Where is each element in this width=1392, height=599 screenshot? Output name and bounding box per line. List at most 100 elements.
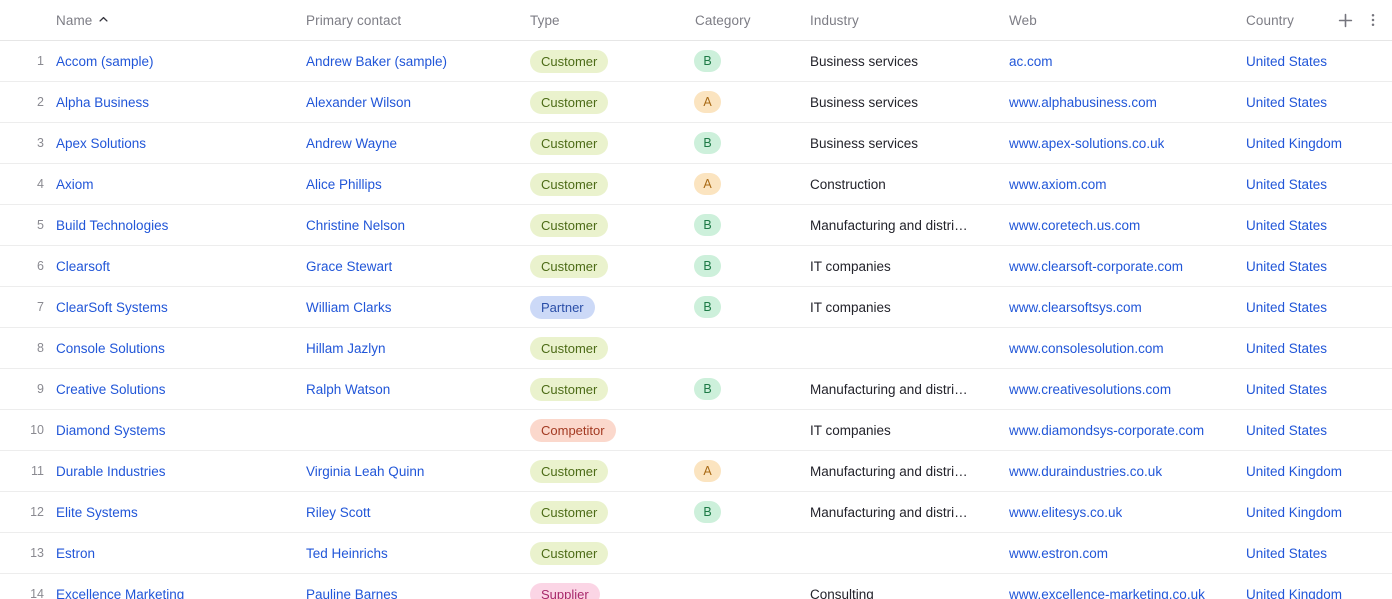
primary-contact-link[interactable]: Virginia Leah Quinn bbox=[306, 464, 424, 479]
cell-primary-contact: Alice Phillips bbox=[306, 164, 521, 204]
account-name-link[interactable]: Build Technologies bbox=[56, 218, 168, 233]
add-column-button[interactable] bbox=[1332, 7, 1358, 33]
table-row[interactable]: 14 Excellence Marketing Pauline Barnes Supp… bbox=[0, 574, 1392, 599]
column-header-contact[interactable]: Primary contact bbox=[306, 0, 401, 40]
column-header-country[interactable]: Country bbox=[1246, 0, 1294, 40]
country-link[interactable]: United States bbox=[1246, 177, 1327, 192]
column-header-category[interactable]: Category bbox=[695, 0, 751, 40]
cell-primary-contact: Ralph Watson bbox=[306, 369, 521, 409]
primary-contact-link[interactable]: Ralph Watson bbox=[306, 382, 390, 397]
column-header-name[interactable]: Name bbox=[56, 0, 109, 40]
account-name-link[interactable]: Axiom bbox=[56, 177, 94, 192]
cell-name: Creative Solutions bbox=[56, 369, 296, 409]
primary-contact-link[interactable]: William Clarks bbox=[306, 300, 392, 315]
country-link[interactable]: United States bbox=[1246, 259, 1327, 274]
category-chip: A bbox=[694, 91, 721, 113]
type-badge: Partner bbox=[530, 295, 595, 319]
row-number: 14 bbox=[30, 587, 44, 599]
cell-type: Customer bbox=[530, 328, 685, 368]
cell-web: www.estron.com bbox=[1009, 533, 1239, 573]
primary-contact-link[interactable]: Alexander Wilson bbox=[306, 95, 411, 110]
website-link[interactable]: www.apex-solutions.co.uk bbox=[1009, 136, 1164, 151]
country-link[interactable]: United States bbox=[1246, 218, 1327, 233]
account-name-link[interactable]: ClearSoft Systems bbox=[56, 300, 168, 315]
category-chip: B bbox=[694, 50, 721, 72]
country-link[interactable]: United States bbox=[1246, 95, 1327, 110]
country-link[interactable]: United Kingdom bbox=[1246, 464, 1342, 479]
website-link[interactable]: www.duraindustries.co.uk bbox=[1009, 464, 1162, 479]
primary-contact-link[interactable]: Pauline Barnes bbox=[306, 587, 398, 599]
website-link[interactable]: www.estron.com bbox=[1009, 546, 1108, 561]
table-row[interactable]: 5 Build Technologies Christine Nelson Custo… bbox=[0, 205, 1392, 246]
country-link[interactable]: United States bbox=[1246, 546, 1327, 561]
cell-primary-contact: Alexander Wilson bbox=[306, 82, 521, 122]
website-link[interactable]: www.creativesolutions.com bbox=[1009, 382, 1171, 397]
table-row[interactable]: 3 Apex Solutions Andrew Wayne Customer B Busi… bbox=[0, 123, 1392, 164]
website-link[interactable]: www.diamondsys-corporate.com bbox=[1009, 423, 1204, 438]
column-header-label: Web bbox=[1009, 12, 1037, 28]
primary-contact-link[interactable]: Hillam Jazlyn bbox=[306, 341, 386, 356]
cell-web: ac.com bbox=[1009, 41, 1239, 81]
website-link[interactable]: www.consolesolution.com bbox=[1009, 341, 1164, 356]
column-header-industry[interactable]: Industry bbox=[810, 0, 859, 40]
primary-contact-link[interactable]: Alice Phillips bbox=[306, 177, 382, 192]
website-link[interactable]: www.excellence-marketing.co.uk bbox=[1009, 587, 1205, 599]
country-link[interactable]: United Kingdom bbox=[1246, 136, 1342, 151]
cell-country: United Kingdom bbox=[1246, 451, 1386, 491]
table-row[interactable]: 6 Clearsoft Grace Stewart Customer B IT compa… bbox=[0, 246, 1392, 287]
website-link[interactable]: www.coretech.us.com bbox=[1009, 218, 1140, 233]
table-row[interactable]: 7 ClearSoft Systems William Clarks Partner B… bbox=[0, 287, 1392, 328]
cell-primary-contact: Hillam Jazlyn bbox=[306, 328, 521, 368]
country-link[interactable]: United States bbox=[1246, 300, 1327, 315]
country-link[interactable]: United States bbox=[1246, 54, 1327, 69]
country-link[interactable]: United States bbox=[1246, 382, 1327, 397]
website-link[interactable]: www.elitesys.co.uk bbox=[1009, 505, 1122, 520]
primary-contact-link[interactable]: Andrew Baker (sample) bbox=[306, 54, 447, 69]
account-name-link[interactable]: Excellence Marketing bbox=[56, 587, 184, 599]
cell-name: Build Technologies bbox=[56, 205, 296, 245]
more-options-button[interactable] bbox=[1360, 7, 1386, 33]
cell-industry bbox=[810, 328, 1000, 368]
website-link[interactable]: ac.com bbox=[1009, 54, 1053, 69]
account-name-link[interactable]: Clearsoft bbox=[56, 259, 110, 274]
account-name-link[interactable]: Durable Industries bbox=[56, 464, 166, 479]
country-link[interactable]: United Kingdom bbox=[1246, 587, 1342, 599]
account-name-link[interactable]: Elite Systems bbox=[56, 505, 138, 520]
table-row[interactable]: 4 Axiom Alice Phillips Customer A Constructio… bbox=[0, 164, 1392, 205]
account-name-link[interactable]: Creative Solutions bbox=[56, 382, 166, 397]
account-name-link[interactable]: Alpha Business bbox=[56, 95, 149, 110]
table-row[interactable]: 13 Estron Ted Heinrichs Customer www.estron.… bbox=[0, 533, 1392, 574]
primary-contact-link[interactable]: Riley Scott bbox=[306, 505, 371, 520]
column-header-web[interactable]: Web bbox=[1009, 0, 1037, 40]
website-link[interactable]: www.alphabusiness.com bbox=[1009, 95, 1157, 110]
website-link[interactable]: www.axiom.com bbox=[1009, 177, 1107, 192]
country-link[interactable]: United Kingdom bbox=[1246, 505, 1342, 520]
industry-text: IT companies bbox=[810, 258, 891, 274]
column-header-type[interactable]: Type bbox=[530, 0, 560, 40]
primary-contact-link[interactable]: Christine Nelson bbox=[306, 218, 405, 233]
column-header-label: Type bbox=[530, 12, 560, 28]
table-row[interactable]: 11 Durable Industries Virginia Leah Quinn C… bbox=[0, 451, 1392, 492]
cell-type: Customer bbox=[530, 492, 685, 532]
country-link[interactable]: United States bbox=[1246, 423, 1327, 438]
primary-contact-link[interactable]: Grace Stewart bbox=[306, 259, 392, 274]
account-name-link[interactable]: Accom (sample) bbox=[56, 54, 154, 69]
primary-contact-link[interactable]: Ted Heinrichs bbox=[306, 546, 388, 561]
table-row[interactable]: 2 Alpha Business Alexander Wilson Customer A… bbox=[0, 82, 1392, 123]
table-row[interactable]: 12 Elite Systems Riley Scott Customer B Manuf… bbox=[0, 492, 1392, 533]
account-name-link[interactable]: Estron bbox=[56, 546, 95, 561]
table-row[interactable]: 1 Accom (sample) Andrew Baker (sample) Cust… bbox=[0, 41, 1392, 82]
account-name-link[interactable]: Apex Solutions bbox=[56, 136, 146, 151]
country-link[interactable]: United States bbox=[1246, 341, 1327, 356]
table-row[interactable]: 10 Diamond Systems Competitor IT companies w… bbox=[0, 410, 1392, 451]
cell-type: Customer bbox=[530, 533, 685, 573]
account-name-link[interactable]: Console Solutions bbox=[56, 341, 165, 356]
primary-contact-link[interactable]: Andrew Wayne bbox=[306, 136, 397, 151]
account-name-link[interactable]: Diamond Systems bbox=[56, 423, 166, 438]
website-link[interactable]: www.clearsoftsys.com bbox=[1009, 300, 1142, 315]
table-row[interactable]: 9 Creative Solutions Ralph Watson Customer B… bbox=[0, 369, 1392, 410]
cell-category bbox=[694, 410, 799, 450]
website-link[interactable]: www.clearsoft-corporate.com bbox=[1009, 259, 1183, 274]
cell-primary-contact: Virginia Leah Quinn bbox=[306, 451, 521, 491]
table-row[interactable]: 8 Console Solutions Hillam Jazlyn Customer w… bbox=[0, 328, 1392, 369]
